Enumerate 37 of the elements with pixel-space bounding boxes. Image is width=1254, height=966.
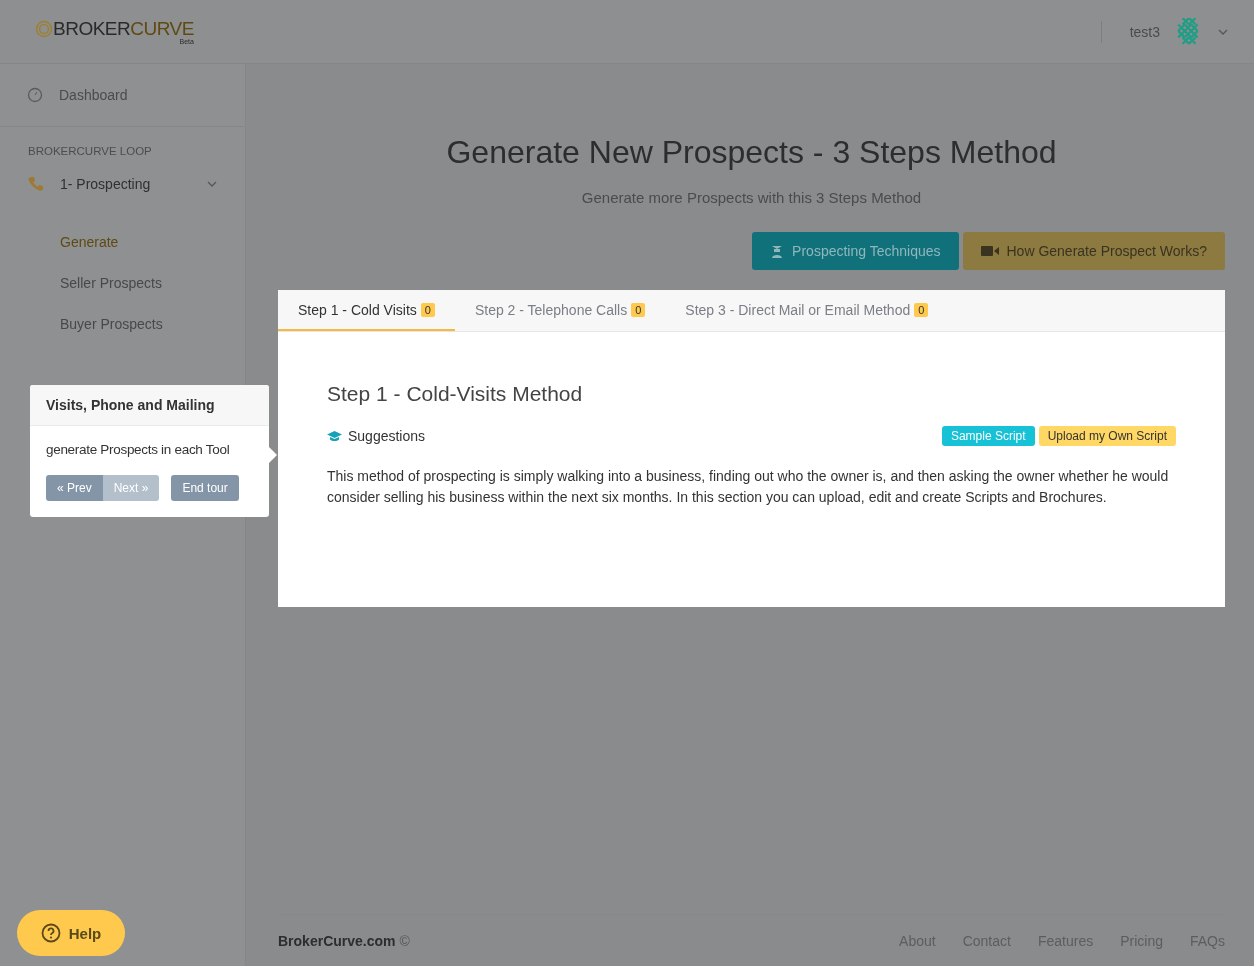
action-button[interactable]: Prospecting Techniques [752, 232, 959, 270]
section-label: BROKERCURVE LOOP [27, 144, 153, 157]
script-button[interactable]: Sample Script [941, 426, 1035, 446]
step-tab[interactable]: Step 2 - Telephone Calls 0 [454, 290, 666, 331]
step-tab[interactable]: Step 1 - Cold Visits 0 [278, 290, 455, 331]
count-badge: 0 [420, 302, 435, 317]
sidebar-subitem[interactable]: Seller Prospects [0, 262, 245, 303]
footer-brand: BrokerCurve.com [278, 932, 396, 949]
end-tour-button[interactable]: End tour [171, 475, 239, 501]
count-badge: 0 [914, 302, 929, 317]
user-menu-chevron-icon [1218, 28, 1228, 35]
user-name[interactable]: test3 [1129, 23, 1160, 40]
copyright-mark: © [399, 932, 410, 949]
dashboard-icon [27, 87, 43, 103]
panel-heading: Step 1 - Cold-Visits Method [327, 382, 584, 406]
chevron-icon [207, 181, 217, 187]
sidebar-subitem[interactable]: Generate [0, 221, 245, 262]
sidebar-subitem[interactable]: Buyer Prospects [0, 303, 245, 344]
sidebar-item[interactable]: Dashboard [0, 64, 245, 127]
tour-button[interactable]: « Prev [46, 475, 103, 501]
count-badge: 0 [631, 302, 646, 317]
page-title: Generate New Prospects - 3 Steps Method [445, 134, 1058, 171]
help-button[interactable]: Help [17, 910, 125, 956]
video-camera-icon [980, 245, 999, 257]
suggestions-label: Suggestions [348, 428, 426, 444]
popover-text: generate Prospects in each Tool [46, 442, 231, 457]
help-icon [40, 923, 61, 943]
graduate-icon [770, 244, 785, 258]
script-button[interactable]: Upload my Own Script [1038, 426, 1176, 446]
action-button[interactable]: How Generate Prospect Works? [962, 232, 1225, 270]
popover-title: Visits, Phone and Mailing [30, 385, 269, 426]
step-tab[interactable]: Step 3 - Direct Mail or Email Method 0 [665, 290, 949, 331]
description-text: This method of prospecting is simply walking into a business, finding out who the owner is, and then asking the owner whether he would consider selling his business within the next six months. In this section you can upload, edit and create Scripts and Brochures. [327, 467, 1170, 507]
phone-icon [28, 176, 44, 192]
page-subtitle: Generate more Prospects with this 3 Steps Method [580, 189, 923, 206]
graduation-cap-icon [327, 430, 342, 442]
sidebar-item[interactable]: 1- Prospecting [0, 157, 245, 211]
